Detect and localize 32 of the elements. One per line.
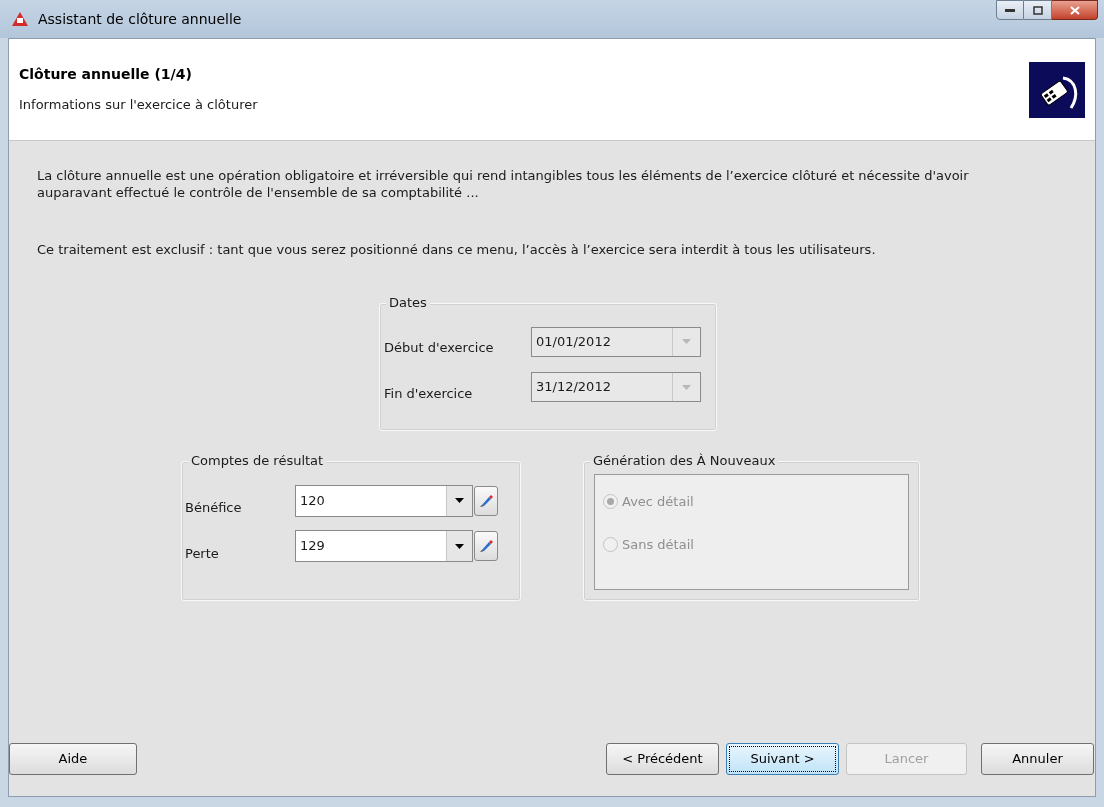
pencil-icon xyxy=(479,493,493,508)
maximize-button[interactable] xyxy=(1024,0,1052,20)
info-paragraph: Ce traitement est exclusif : tant que vous serez positionné dans ce menu, l’accès à l’exercice sera interdit à tous les utilisateurs. xyxy=(37,241,877,258)
wizard-button[interactable]: Suivant > xyxy=(726,743,839,775)
app-icon xyxy=(10,10,30,28)
wizard-button[interactable]: Aide xyxy=(9,743,137,775)
dropdown-arrow-icon xyxy=(682,384,691,390)
field-label: Bénéfice xyxy=(185,499,243,517)
edit-button[interactable] xyxy=(474,531,498,562)
wizard-button[interactable]: < Précédent xyxy=(606,743,719,775)
account-dropdown[interactable]: 129 xyxy=(295,530,473,563)
wizard-button[interactable]: Annuler xyxy=(981,743,1094,775)
dropdown-arrow-icon xyxy=(455,543,464,549)
close-button[interactable] xyxy=(1052,0,1098,20)
maximize-icon xyxy=(1032,5,1043,15)
pencil-icon xyxy=(479,539,493,554)
field-label: Fin d'exercice xyxy=(384,384,474,403)
step-subtitle: Informations sur l'exercice à clôturer xyxy=(19,96,259,115)
info-paragraph: La clôture annuelle est une opération obligatoire et irréversible qui rend intangibles tous les éléments de l’exercice clôturé et nécessite d'avoir auparavant effectué le contrôle de l'ensemble de sa comptabilité ... xyxy=(37,167,970,201)
group-title: Comptes de résultat xyxy=(188,452,327,470)
whistle-icon xyxy=(1029,61,1085,118)
dropdown-arrow-icon xyxy=(682,339,691,345)
field-label: Perte xyxy=(185,544,220,563)
minimize-button[interactable] xyxy=(996,0,1024,20)
step-title: Clôture annuelle (1/4) xyxy=(19,65,193,85)
edit-button[interactable] xyxy=(474,485,498,516)
field-label: Début d'exercice xyxy=(384,339,495,357)
dropdown-arrow-icon xyxy=(455,498,464,504)
close-icon xyxy=(1069,5,1080,15)
account-dropdown[interactable]: 120 xyxy=(295,484,473,517)
minimize-icon xyxy=(1005,8,1015,12)
window-title: Assistant de clôture annuelle xyxy=(38,9,242,29)
